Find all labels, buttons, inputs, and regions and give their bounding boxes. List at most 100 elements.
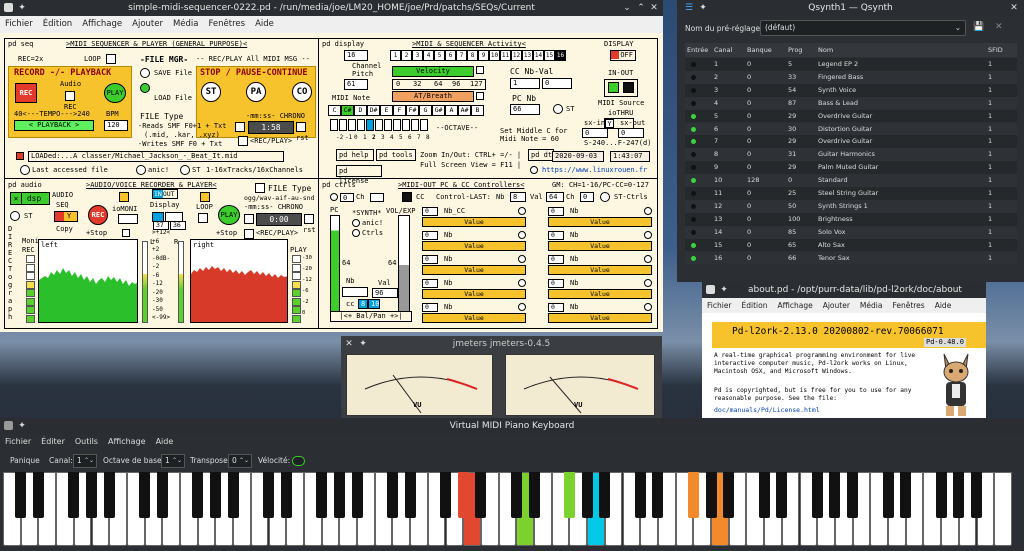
jmeters-x-icon[interactable]: ✕ [343, 338, 355, 350]
qsynth-channel-row[interactable]: 15 0 65 Alto Sax 1 [685, 238, 1017, 252]
audio-rec-toggle[interactable] [65, 91, 75, 101]
octave-key[interactable] [411, 119, 419, 131]
preset-delete-icon[interactable]: ✕ [995, 22, 1003, 32]
vmpk-menu-aide[interactable]: Aide [151, 434, 179, 450]
qsynth-channel-row[interactable]: 5 0 29 Overdrive Guitar 1 [685, 109, 1017, 123]
audio-loop-toggle-b[interactable] [200, 192, 210, 202]
qsynth-channel-row[interactable]: 8 0 31 Guitar Harmonics 1 [685, 148, 1017, 162]
chrono-rst-bang[interactable] [296, 122, 306, 132]
synth-ctrls-bang[interactable] [352, 229, 360, 237]
qsynth-pin-icon[interactable]: ✦ [697, 2, 709, 14]
cc-nb-number[interactable]: 1 [510, 78, 540, 89]
pc-nb-number-2[interactable] [342, 287, 368, 297]
cc-number[interactable]: 0 [422, 207, 438, 216]
cc-value-slider[interactable]: Value [422, 241, 526, 251]
qsynth-channel-row[interactable]: 6 0 30 Distortion Guitar 1 [685, 122, 1017, 136]
qsynth-channel-row[interactable]: 4 0 87 Bass & Lead 1 [685, 96, 1017, 110]
octave-key[interactable] [357, 119, 365, 131]
maximize-icon[interactable]: ⌃ [635, 2, 647, 14]
channel-cell[interactable]: 9 [478, 50, 489, 61]
black-key[interactable] [634, 472, 646, 518]
transpose-spinbox[interactable]: 0 ⌃⌄ [228, 454, 252, 468]
cc-bang[interactable] [518, 231, 526, 239]
pd-tools-object[interactable]: pd tools [376, 149, 416, 161]
channel-cell[interactable]: 4 [423, 50, 434, 61]
loop-toggle[interactable] [106, 54, 116, 64]
about-pin-icon[interactable]: ✦ [718, 284, 730, 296]
audio-st-bang[interactable] [10, 211, 20, 221]
pd-license-object[interactable]: pd license [336, 165, 382, 185]
col-entree[interactable]: Entrée [687, 43, 708, 57]
cc-number[interactable]: 0 [422, 303, 438, 312]
channel-cell[interactable]: 12 [511, 50, 522, 61]
channel-cell[interactable]: 16 [555, 50, 566, 61]
channel-spinbox[interactable]: 1 ⌃⌄ [73, 454, 97, 468]
vmpk-menu-fichier[interactable]: Fichier [0, 434, 36, 450]
channel-cell[interactable]: 10 [489, 50, 500, 61]
preset-select[interactable]: (défaut) ⌄ [760, 20, 966, 36]
black-key[interactable] [847, 472, 859, 518]
black-key[interactable] [192, 472, 204, 518]
black-key[interactable] [776, 472, 788, 518]
pitch-number[interactable]: 61 [344, 79, 368, 90]
ctrls-ch-number-2[interactable] [370, 193, 384, 202]
note-cell[interactable]: A# [458, 105, 471, 116]
pc-nb-number[interactable]: 66 [510, 104, 540, 115]
rec-play-toggle[interactable] [238, 136, 248, 146]
black-key[interactable] [68, 472, 80, 518]
qsynth-channel-row[interactable]: 11 0 25 Steel String Guitar 1 [685, 187, 1017, 200]
audio-loop-toggle-a[interactable] [119, 192, 129, 202]
pc-st-bang[interactable] [553, 104, 563, 114]
cc-value-slider[interactable]: Value [422, 265, 526, 275]
channel-cell[interactable]: 13 [522, 50, 533, 61]
pause-button[interactable]: PA [246, 82, 266, 102]
black-key[interactable] [440, 472, 451, 518]
sx-out-number[interactable]: 0 [618, 128, 644, 138]
st-ctrls-bang[interactable] [600, 192, 610, 202]
pc-slider[interactable] [330, 215, 340, 315]
menu-edition[interactable]: Édition [38, 16, 77, 33]
qsynth-channel-row[interactable]: 13 0 100 Brightness 1 [685, 212, 1017, 226]
note-cell[interactable]: F [393, 105, 406, 116]
octave-key[interactable] [384, 119, 392, 131]
vmpk-titlebar[interactable]: ✦ Virtual MIDI Piano Keyboard [0, 418, 1024, 434]
audio-chrono-toggle[interactable] [244, 214, 254, 224]
about-menu-aide[interactable]: Aide [930, 298, 957, 313]
channel-cell[interactable]: 15 [544, 50, 555, 61]
audio-play-toggle[interactable] [198, 213, 208, 223]
vmpk-menu-affichage[interactable]: Affichage [103, 434, 151, 450]
ctrls-ch-number[interactable]: 0 [340, 193, 354, 202]
black-key[interactable] [723, 472, 735, 518]
black-key[interactable] [900, 472, 912, 518]
panic-bang[interactable] [136, 165, 146, 175]
channel-cell[interactable]: 2 [401, 50, 412, 61]
channel-cell[interactable]: 5 [434, 50, 445, 61]
menu-fichier[interactable]: Fichier [0, 16, 38, 33]
iomoni-toggle[interactable] [118, 214, 138, 224]
loaded-bang[interactable] [16, 152, 24, 160]
octave-key[interactable] [393, 119, 401, 131]
black-key[interactable] [935, 472, 947, 518]
octave-key[interactable] [339, 119, 347, 131]
octave-key[interactable] [375, 119, 383, 131]
iomoni-bang[interactable] [122, 229, 130, 237]
qsynth-titlebar[interactable]: ☰ ✦ Qsynth1 — Qsynth ✕ [677, 0, 1024, 16]
close-icon[interactable]: ✕ [648, 2, 660, 14]
qsynth-channel-row[interactable]: 1 0 5 Legend EP 2 1 [685, 58, 1017, 71]
display-label[interactable]: pd display [322, 40, 364, 49]
license-link[interactable]: doc/manuals/Pd/License.html [714, 406, 820, 415]
channel-number[interactable]: 16 [344, 50, 368, 61]
black-key[interactable] [829, 472, 841, 518]
octave-key[interactable] [330, 119, 338, 131]
channel-cell[interactable]: 11 [500, 50, 511, 61]
cc-bang[interactable] [644, 207, 652, 215]
cc-number[interactable]: 0 [548, 279, 564, 288]
chrono-toggle[interactable] [235, 122, 245, 132]
stop-button[interactable]: ST [201, 82, 221, 102]
black-key[interactable] [758, 472, 770, 518]
black-key[interactable] [811, 472, 823, 518]
sx-in-number[interactable]: 0 [582, 128, 608, 138]
menu-fenetres[interactable]: Fenêtres [204, 16, 251, 33]
channel-cell[interactable]: 3 [412, 50, 423, 61]
velocity-bang[interactable] [476, 66, 484, 74]
